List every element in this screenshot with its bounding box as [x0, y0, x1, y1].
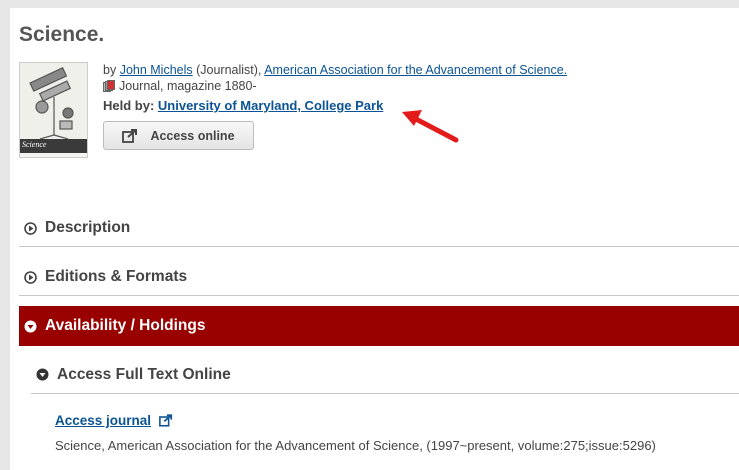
section-description[interactable]: Description	[19, 210, 739, 247]
record-panel: Science. Science by John Michels (Journa…	[10, 8, 739, 470]
section-availability-label: Availability / Holdings	[45, 317, 206, 334]
organization-link[interactable]: American Association for the Advancement…	[264, 63, 567, 77]
format-line: Journal, magazine 1880-	[103, 78, 567, 94]
section-editions-label: Editions & Formats	[45, 268, 188, 285]
held-by-line: Held by: University of Maryland, College…	[103, 98, 567, 114]
page-title: Science.	[19, 23, 105, 46]
circle-play-icon	[24, 270, 37, 284]
holding-description: Science, American Association for the Ad…	[55, 438, 656, 453]
section-full-text-label: Access Full Text Online	[57, 365, 231, 383]
held-by-label: Held by:	[103, 98, 158, 113]
circle-chevron-down-icon	[36, 368, 49, 381]
record-metadata: by John Michels (Journalist), American A…	[103, 62, 567, 114]
external-link-icon	[159, 414, 173, 427]
section-availability[interactable]: Availability / Holdings	[19, 306, 739, 346]
access-online-label: Access online	[150, 128, 235, 143]
circle-chevron-down-icon	[24, 320, 37, 332]
author-line: by John Michels (Journalist), American A…	[103, 62, 567, 78]
telescope-illustration	[20, 63, 87, 140]
external-link-icon	[122, 128, 138, 143]
by-prefix: by	[103, 63, 120, 77]
author-link[interactable]: John Michels	[120, 63, 193, 77]
access-online-button[interactable]: Access online	[103, 121, 254, 150]
book-format-icon	[103, 80, 115, 92]
author-role: (Journalist),	[192, 63, 265, 77]
section-description-label: Description	[45, 219, 131, 236]
cover-image: Science	[19, 62, 88, 158]
section-full-text[interactable]: Access Full Text Online	[31, 356, 739, 394]
access-journal-label: Access journal	[55, 413, 152, 428]
access-journal-link[interactable]: Access journal	[55, 413, 173, 428]
red-arrow-annotation	[402, 110, 459, 143]
circle-play-icon	[24, 221, 37, 235]
cover-title: Science	[22, 140, 47, 149]
held-by-link[interactable]: University of Maryland, College Park	[158, 98, 383, 113]
section-editions[interactable]: Editions & Formats	[19, 259, 739, 296]
format-text: Journal, magazine 1880-	[119, 79, 257, 93]
